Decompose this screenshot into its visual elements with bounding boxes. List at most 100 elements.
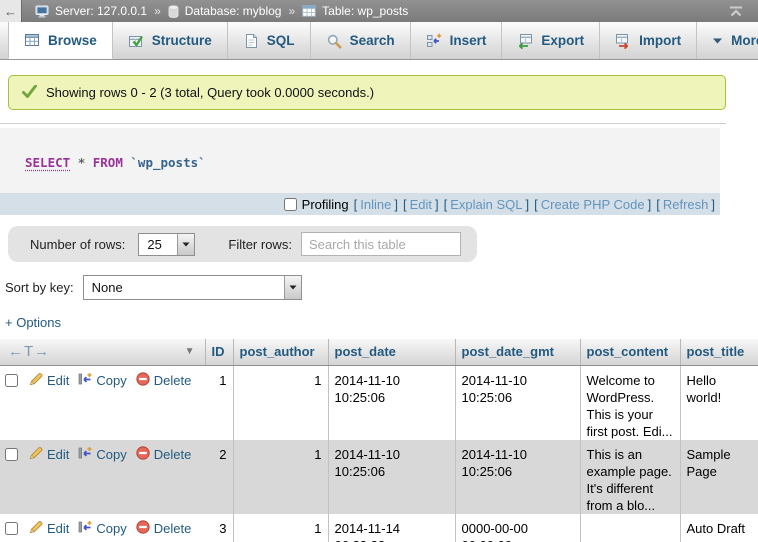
grid-cell-post-content[interactable] (580, 514, 680, 542)
grid-cell-post-date[interactable]: 2014-11-10 10:25:06 (328, 440, 455, 514)
edit-query-link[interactable]: Edit (407, 197, 435, 212)
sort-by-key-select[interactable]: None (83, 275, 302, 300)
table-header-row: ←T→ ▼ ID post_author post_date post_date… (0, 339, 758, 365)
grid-cell-post-date[interactable]: 2014-11-14 06:33:38 (328, 514, 455, 542)
grid-cell-post-content[interactable]: This is an example page. It's different … (580, 440, 680, 514)
explain-sql-link[interactable]: Explain SQL (447, 197, 525, 212)
sql-query-text: SELECT * FROM `wp_posts` (0, 128, 720, 193)
grid-cell-post-title[interactable]: Auto Draft (680, 514, 758, 542)
sort-by-key-label: Sort by key: (5, 280, 74, 295)
row-actions-cell: Edit Copy Delete (0, 440, 205, 514)
table-row: Edit Copy Delete 1 1 2014-11-10 10:25:06… (0, 365, 758, 440)
tab-export[interactable]: Export (502, 22, 600, 59)
refresh-link[interactable]: Refresh (660, 197, 712, 212)
copy-row-link[interactable]: Copy (78, 446, 126, 464)
sql-footer: Profiling [Inline] [Edit] [Explain SQL] … (0, 193, 720, 215)
delete-row-link[interactable]: Delete (136, 372, 192, 390)
breadcrumb-server[interactable]: Server: 127.0.0.1 (55, 4, 147, 18)
breadcrumb: ← Server: 127.0.0.1 » Database: myblog »… (0, 0, 758, 22)
grid-cell-post-date-gmt[interactable]: 2014-11-10 10:25:06 (455, 440, 580, 514)
delete-row-link[interactable]: Delete (136, 446, 192, 464)
delete-icon (136, 446, 150, 464)
tab-search[interactable]: Search (311, 22, 411, 59)
delete-icon (136, 520, 150, 538)
sql-star: * (78, 155, 86, 170)
search-icon (326, 33, 342, 49)
select-caret-icon (284, 276, 301, 299)
pencil-icon (29, 520, 43, 538)
tab-label: Structure (152, 33, 212, 48)
grid-cell-post-title[interactable]: Hello world! (680, 365, 758, 440)
result-message: Showing rows 0 - 2 (3 total, Query took … (8, 75, 726, 110)
grid-cell-post-author[interactable]: 1 (233, 514, 328, 542)
inline-link[interactable]: Inline (357, 197, 394, 212)
breadcrumb-table[interactable]: Table: wp_posts (322, 4, 408, 18)
tab-label: Search (350, 33, 395, 48)
profiling-checkbox-label: Profiling (284, 197, 349, 212)
filter-rows-input[interactable] (301, 232, 461, 256)
browse-icon (24, 32, 40, 48)
number-of-rows-select[interactable]: 25 (138, 233, 195, 256)
number-of-rows-label: Number of rows: (30, 237, 125, 252)
delete-icon (136, 372, 150, 390)
grid-cell-id[interactable]: 1 (205, 365, 233, 440)
header-post-date[interactable]: post_date (328, 339, 455, 365)
header-id[interactable]: ID (205, 339, 233, 365)
sort-by-key-row: Sort by key: None (5, 275, 758, 300)
grid-cell-post-date-gmt[interactable]: 0000-00-00 00:00:00 (455, 514, 580, 542)
row-checkbox[interactable] (5, 374, 18, 387)
grid-cell-id[interactable]: 2 (205, 440, 233, 514)
copy-icon (78, 520, 92, 538)
profiling-checkbox[interactable] (284, 198, 297, 211)
back-button[interactable]: ← (0, 0, 22, 22)
table-row: Edit Copy Delete 2 1 2014-11-10 10:25:06… (0, 440, 758, 514)
import-icon (615, 33, 631, 49)
database-icon (168, 5, 179, 18)
collapse-topbar-icon[interactable] (714, 0, 758, 22)
edit-row-link[interactable]: Edit (29, 446, 69, 464)
tab-browse[interactable]: Browse (8, 22, 113, 59)
row-checkbox[interactable] (5, 522, 18, 535)
tab-label: Export (541, 33, 584, 48)
copy-row-link[interactable]: Copy (78, 372, 126, 390)
sort-descending-icon[interactable]: ▼ (185, 346, 195, 357)
header-post-content[interactable]: post_content (580, 339, 680, 365)
grid-cell-post-author[interactable]: 1 (233, 440, 328, 514)
sql-keyword-select: SELECT (25, 155, 70, 170)
edit-row-link[interactable]: Edit (29, 520, 69, 538)
sql-query-box: SELECT * FROM `wp_posts` Profiling [Inli… (0, 128, 720, 215)
header-post-title[interactable]: post_title (680, 339, 758, 365)
tab-label: Insert (450, 33, 487, 48)
row-checkbox[interactable] (5, 448, 18, 461)
header-actions: ←T→ ▼ (0, 339, 205, 365)
tab-sql[interactable]: SQL (228, 22, 311, 59)
tab-structure[interactable]: Structure (113, 22, 228, 59)
grid-cell-id[interactable]: 3 (205, 514, 233, 542)
grid-cell-post-date-gmt[interactable]: 2014-11-10 10:25:06 (455, 365, 580, 440)
breadcrumb-database[interactable]: Database: myblog (185, 4, 282, 18)
tab-label: Import (639, 33, 681, 48)
header-post-date-gmt[interactable]: post_date_gmt (455, 339, 580, 365)
create-php-code-link[interactable]: Create PHP Code (538, 197, 648, 212)
delete-row-link[interactable]: Delete (136, 520, 192, 538)
tab-more[interactable]: More (697, 22, 758, 59)
edit-row-link[interactable]: Edit (29, 372, 69, 390)
grid-cell-post-author[interactable]: 1 (233, 365, 328, 440)
options-toggle[interactable]: + Options (5, 315, 61, 330)
pencil-icon (29, 446, 43, 464)
grid-cell-post-content[interactable]: Welcome to WordPress. This is your first… (580, 365, 680, 440)
tab-insert[interactable]: Insert (411, 22, 503, 59)
tab-import[interactable]: Import (600, 22, 697, 59)
sql-table-identifier: `wp_posts` (130, 155, 205, 170)
pivot-rows-icon[interactable]: ←T→ (8, 343, 50, 360)
pencil-icon (29, 372, 43, 390)
server-breadcrumb: Server: 127.0.0.1 » Database: myblog » T… (22, 0, 714, 22)
grid-cell-post-title[interactable]: Sample Page (680, 440, 758, 514)
header-post-author[interactable]: post_author (233, 339, 328, 365)
server-icon (35, 5, 49, 18)
copy-icon (78, 446, 92, 464)
breadcrumb-separator: » (288, 4, 295, 18)
copy-row-link[interactable]: Copy (78, 520, 126, 538)
tab-label: Browse (48, 33, 97, 48)
grid-cell-post-date[interactable]: 2014-11-10 10:25:06 (328, 365, 455, 440)
